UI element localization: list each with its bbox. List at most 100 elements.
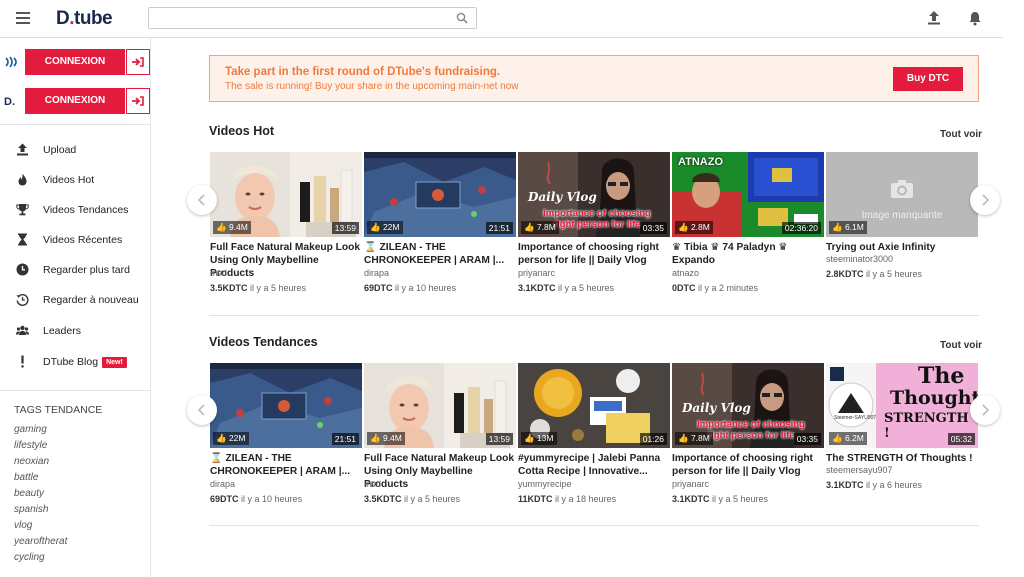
missing-image-text: Image manquante (861, 210, 943, 221)
video-card[interactable]: The Thought STRENGTH ! Steemer-SAYU907 👍… (826, 363, 978, 523)
sidebar-item-label: Videos Récentes (43, 234, 123, 246)
sidebar-item-upload[interactable]: Upload (0, 137, 151, 163)
video-thumbnail[interactable]: The Thought STRENGTH ! Steemer-SAYU907 👍… (826, 363, 978, 448)
sidebar-item-watch-again[interactable]: Regarder à nouveau (0, 287, 151, 313)
video-thumbnail[interactable]: 👍 9.4M 13:59 (210, 152, 362, 237)
tag-link[interactable]: beauty (14, 488, 44, 499)
video-author[interactable]: dirapa (364, 268, 389, 278)
tag-link[interactable]: battle (14, 472, 38, 483)
sidebar-item-hot[interactable]: Videos Hot (0, 167, 151, 193)
tag-link[interactable]: neoxian (14, 456, 49, 467)
video-title[interactable]: ♛ Tibia ♛ 74 Paladyn ♛ Expando (672, 241, 824, 267)
video-value: 69DTC (210, 494, 239, 504)
dtube-login-arrow-button[interactable] (126, 88, 150, 114)
buy-dtc-button[interactable]: Buy DTC (893, 67, 963, 91)
video-title[interactable]: ⌛ ZILEAN - THE CHRONOKEEPER | ARAM |... (210, 452, 362, 478)
likes-value: 7.8M (536, 222, 556, 232)
video-thumbnail[interactable]: 👍 9.4M 13:59 (364, 363, 516, 448)
video-thumbnail[interactable]: Daily Vlog Importance of choosing right … (672, 363, 824, 448)
upload-icon[interactable] (926, 10, 942, 26)
video-card[interactable]: 👍 9.4M 13:59 Full Face Natural Makeup Lo… (364, 363, 516, 523)
steem-login-arrow-button[interactable] (126, 49, 150, 75)
carousel-next-button[interactable] (970, 395, 1000, 425)
video-thumbnail[interactable]: ATNAZO 👍 2.8M 02:36:20 (672, 152, 824, 237)
sidebar-item-watch-later[interactable]: Regarder plus tard (0, 257, 151, 283)
video-title[interactable]: Trying out Axie Infinity (826, 241, 978, 254)
tag-link[interactable]: vlog (14, 520, 32, 531)
carousel-prev-button[interactable] (187, 185, 217, 215)
sidebar-item-label: Videos Hot (43, 174, 95, 186)
video-card[interactable]: 👍 9.4M 13:59 Full Face Natural Makeup Lo… (210, 152, 362, 312)
carousel-next-button[interactable] (970, 185, 1000, 215)
video-thumbnail[interactable]: Image manquante 👍 6.1M (826, 152, 978, 237)
video-title[interactable]: Importance of choosing right person for … (672, 452, 824, 478)
video-time: il y a 5 heures (250, 283, 307, 293)
dtube-login-button[interactable]: CONNEXION (25, 88, 125, 114)
video-author[interactable]: priyanarc (518, 268, 555, 278)
dtube-brand-icon: D. (4, 96, 15, 108)
video-thumbnail[interactable]: 👍 22M 21:51 (210, 363, 362, 448)
tag-link[interactable]: spanish (14, 504, 48, 515)
see-all-hot-link[interactable]: Tout voir (940, 129, 982, 140)
exclamation-icon (21, 355, 24, 368)
video-title[interactable]: Full Face Natural Makeup Look Using Only… (210, 241, 362, 280)
video-card[interactable]: Daily Vlog Importance of choosing right … (518, 152, 670, 312)
sidebar-item-recent[interactable]: Videos Récentes (0, 227, 151, 253)
see-all-trending-link[interactable]: Tout voir (940, 340, 982, 351)
sign-in-icon (132, 57, 144, 67)
tag-link[interactable]: gaming (14, 424, 47, 435)
video-card[interactable]: 👍 22M 21:51 ⌛ ZILEAN - THE CHRONOKEEPER … (210, 363, 362, 523)
likes-value: 6.1M (844, 222, 864, 232)
video-author[interactable]: steeminator3000 (826, 254, 893, 264)
video-time: il y a 5 heures (712, 494, 769, 504)
video-card[interactable]: 👍 13M 01:26 #yummyrecipe | Jalebi Panna … (518, 363, 670, 523)
tag-link[interactable]: yearoftherat (14, 536, 67, 547)
carousel-prev-button[interactable] (187, 395, 217, 425)
flame-icon (18, 173, 27, 186)
search-icon[interactable] (456, 12, 468, 24)
sidebar-item-blog[interactable]: DTube Blog New! (0, 349, 151, 375)
video-value: 3.1KDTC (826, 480, 864, 490)
video-author[interactable]: dirapa (210, 479, 235, 489)
video-thumbnail[interactable]: Daily Vlog Importance of choosing right … (518, 152, 670, 237)
video-card[interactable]: Image manquante 👍 6.1M Trying out Axie I… (826, 152, 978, 312)
video-thumbnail[interactable]: 👍 22M 21:51 (364, 152, 516, 237)
tag-link[interactable]: cycling (14, 552, 45, 563)
video-author[interactable]: atnazo (672, 268, 699, 278)
video-meta: 3.1KDTC il y a 5 heures (518, 283, 614, 293)
section-title-trending: Videos Tendances (209, 335, 318, 349)
video-author[interactable]: priyanarc (672, 479, 709, 489)
video-duration: 21:51 (331, 433, 359, 445)
video-value: 2.8KDTC (826, 269, 864, 279)
tag-link[interactable]: lifestyle (14, 440, 47, 451)
sidebar-item-leaders[interactable]: Leaders (0, 318, 151, 344)
video-value: 3.1KDTC (672, 494, 710, 504)
likes-value: 9.4M (382, 433, 402, 443)
sidebar-item-label: Upload (43, 144, 77, 156)
video-author[interactable]: steemersayu907 (826, 465, 893, 475)
video-title[interactable]: ⌛ ZILEAN - THE CHRONOKEEPER | ARAM |... (364, 241, 516, 267)
video-author[interactable]: yummyrecipe (518, 479, 572, 489)
dtube-logo[interactable]: D.tube (56, 8, 113, 30)
sidebar-item-trending[interactable]: Videos Tendances (0, 197, 151, 223)
video-title[interactable]: Full Face Natural Makeup Look Using Only… (364, 452, 516, 491)
search-bar (148, 7, 477, 29)
video-title[interactable]: Importance of choosing right person for … (518, 241, 670, 267)
history-icon (16, 294, 29, 306)
video-card[interactable]: ATNAZO 👍 2.8M 02:36:20 ♛ Tibia ♛ 74 Pala… (672, 152, 824, 312)
video-card[interactable]: 👍 22M 21:51 ⌛ ZILEAN - THE CHRONOKEEPER … (364, 152, 516, 312)
video-card[interactable]: Daily Vlog Importance of choosing right … (672, 363, 824, 523)
hamburger-menu-icon[interactable] (16, 12, 30, 24)
likes-count: 👍 22M (213, 432, 249, 445)
thumbnail-text: ATNAZO (678, 156, 724, 168)
video-author[interactable]: mvd (210, 268, 227, 278)
bell-icon[interactable] (967, 10, 983, 26)
video-thumbnail[interactable]: 👍 13M 01:26 (518, 363, 670, 448)
video-title[interactable]: #yummyrecipe | Jalebi Panna Cotta Recipe… (518, 452, 670, 478)
video-title[interactable]: The STRENGTH Of Thoughts ! (826, 452, 978, 465)
search-input[interactable] (155, 10, 445, 26)
video-duration: 13:59 (485, 433, 513, 445)
svg-text:D.: D. (4, 96, 15, 108)
video-author[interactable]: mvd (364, 479, 381, 489)
steem-login-button[interactable]: CONNEXION (25, 49, 125, 75)
